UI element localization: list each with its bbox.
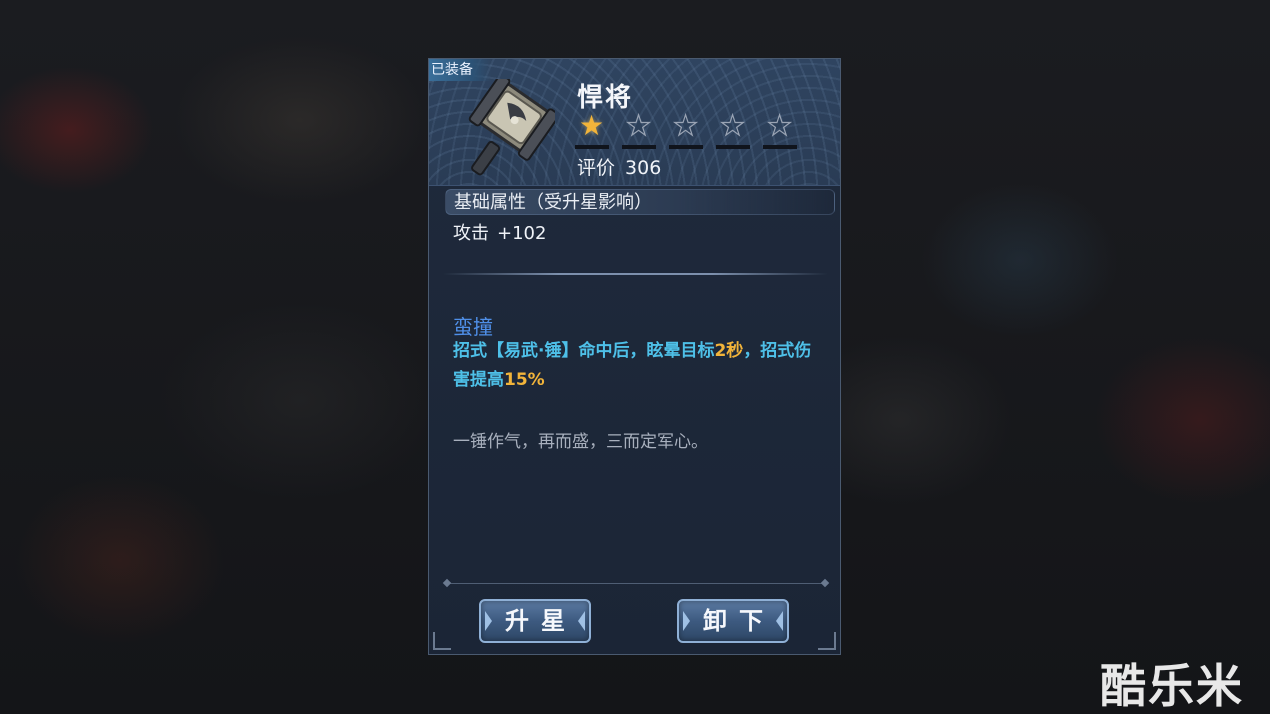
unequip-button[interactable]: 卸下 bbox=[677, 599, 789, 643]
star-icon: ★ bbox=[579, 109, 605, 142]
equipment-detail-panel: 已装备 悍将 ★ ★ ★ ★ ★ 评价 306 基础属性（受升星影响） 攻击 +… bbox=[428, 58, 841, 655]
base-attributes-title: 基础属性（受升星影响） bbox=[445, 189, 835, 215]
equipped-tag: 已装备 bbox=[429, 59, 491, 81]
skill-stun-duration: 2秒 bbox=[714, 341, 744, 361]
star-icon: ★ bbox=[719, 108, 746, 142]
skill-desc-text: 招式【易武·锤】命中后，眩晕目标 bbox=[453, 341, 715, 361]
star-icon: ★ bbox=[672, 108, 699, 142]
rating: 评价 306 bbox=[577, 153, 661, 180]
section-divider bbox=[443, 273, 828, 275]
star-icon: ★ bbox=[625, 108, 652, 142]
corner-ornament bbox=[818, 632, 836, 650]
panel-header: 已装备 悍将 ★ ★ ★ ★ ★ 评价 306 bbox=[429, 59, 840, 186]
attack-stat: 攻击 +102 bbox=[453, 219, 546, 245]
star-rating: ★ ★ ★ ★ ★ bbox=[575, 108, 797, 149]
star-slot: ★ bbox=[575, 109, 609, 149]
rating-label: 评价 bbox=[577, 157, 616, 179]
flavor-text: 一锤作气，再而盛，三而定军心。 bbox=[453, 432, 708, 452]
watermark-logo: 酷乐米 bbox=[1100, 659, 1244, 713]
skill-damage-bonus: 15% bbox=[504, 370, 545, 390]
star-slot: ★ bbox=[763, 108, 797, 149]
stat-label: 攻击 bbox=[453, 223, 489, 244]
rating-value: 306 bbox=[625, 157, 662, 179]
stat-value: +102 bbox=[497, 223, 547, 244]
corner-ornament bbox=[433, 632, 451, 650]
footer-divider bbox=[447, 583, 825, 584]
star-slot: ★ bbox=[716, 108, 750, 149]
war-hammer-icon bbox=[465, 73, 560, 179]
upgrade-star-button[interactable]: 升星 bbox=[479, 599, 591, 643]
star-slot: ★ bbox=[622, 108, 656, 149]
star-slot: ★ bbox=[669, 108, 703, 149]
skill-name: 蛮撞 bbox=[453, 315, 493, 339]
star-icon: ★ bbox=[766, 108, 793, 142]
skill-description: 招式【易武·锤】命中后，眩晕目标2秒，招式伤害提高15% bbox=[453, 337, 823, 395]
